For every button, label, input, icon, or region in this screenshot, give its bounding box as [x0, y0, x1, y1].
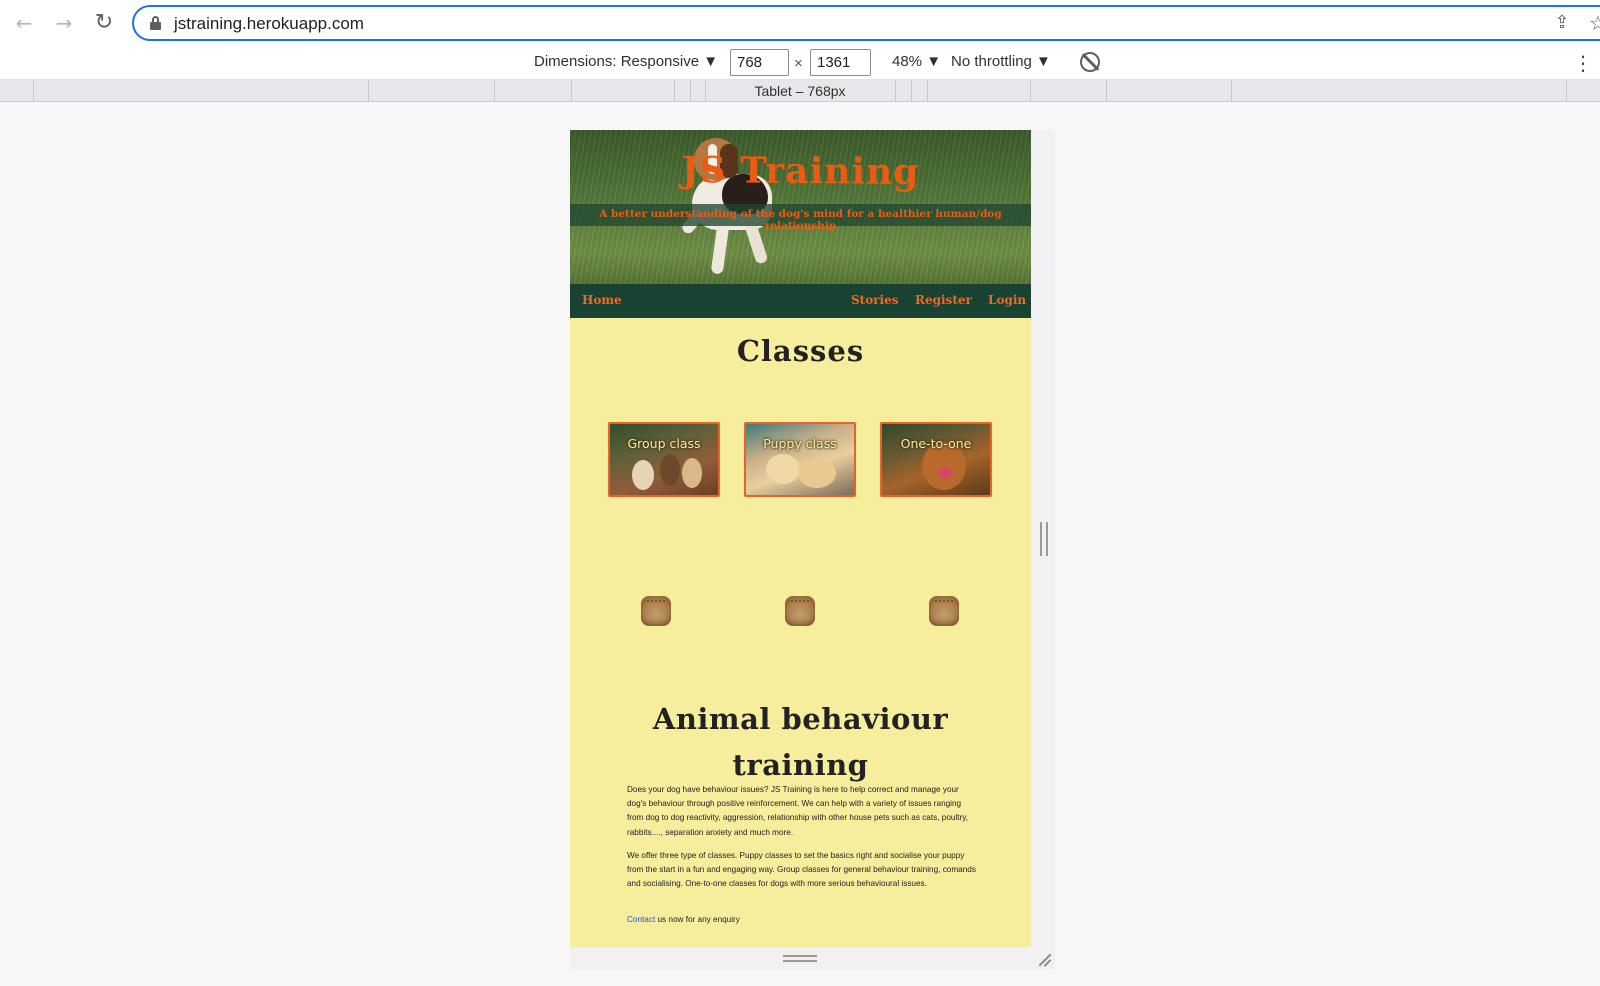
- behaviour-heading: Animal behaviour training: [570, 696, 1031, 788]
- contact-line: Contact us now for any enquiry: [627, 915, 740, 924]
- behaviour-heading-line2: training: [732, 748, 869, 782]
- nav-home-link[interactable]: Home: [582, 293, 622, 307]
- paw-icon: [929, 596, 959, 626]
- site-title: JS Training: [681, 148, 920, 194]
- rotate-icon[interactable]: [1080, 52, 1100, 72]
- browser-toolbar: ← → ↻ jstraining.herokuapp.com ⇪ ☆: [0, 0, 1600, 46]
- paw-icon: [785, 596, 815, 626]
- puppy-class-image: [746, 424, 854, 495]
- back-arrow-icon[interactable]: ←: [11, 10, 37, 36]
- media-query-ruler[interactable]: Tablet – 768px: [0, 80, 1600, 102]
- reload-icon[interactable]: ↻: [91, 10, 117, 36]
- behaviour-paragraph-2: We offer three type of classes. Puppy cl…: [627, 851, 976, 889]
- behaviour-heading-line1: Animal behaviour: [652, 702, 949, 736]
- nav-register-link[interactable]: Register: [915, 293, 972, 307]
- dimension-separator: ×: [794, 55, 803, 72]
- site-navbar: Home Stories Register Login: [570, 284, 1031, 318]
- dimensions-dropdown[interactable]: Dimensions: Responsive ▼: [534, 53, 718, 70]
- group-class-image: [610, 424, 718, 495]
- zoom-dropdown[interactable]: 48% ▼: [892, 53, 941, 70]
- hero-banner: JS Training A better understanding of th…: [570, 130, 1031, 284]
- emulated-viewport: JS Training A better understanding of th…: [570, 130, 1031, 947]
- site-tagline: A better understanding of the dog's mind…: [599, 208, 1002, 232]
- url-text[interactable]: jstraining.herokuapp.com: [174, 14, 364, 34]
- resize-handle-bottom[interactable]: [783, 955, 817, 962]
- resize-handle-right[interactable]: [1040, 522, 1048, 556]
- lock-icon[interactable]: [150, 16, 161, 30]
- group-class-card[interactable]: Group class: [608, 422, 720, 497]
- nav-stories-link[interactable]: Stories: [851, 293, 898, 307]
- viewport-height-input[interactable]: [810, 49, 871, 76]
- ruler-label: Tablet – 768px: [754, 83, 846, 99]
- more-options-icon[interactable]: ⋮: [1573, 51, 1593, 75]
- forward-arrow-icon[interactable]: →: [51, 10, 77, 36]
- throttling-dropdown[interactable]: No throttling ▼: [951, 53, 1051, 70]
- puppy-class-card[interactable]: Puppy class: [744, 422, 856, 497]
- address-bar[interactable]: jstraining.herokuapp.com ⇪ ☆: [132, 5, 1600, 41]
- classes-heading: Classes: [736, 334, 865, 368]
- puppy-class-label: Puppy class: [763, 436, 837, 451]
- group-class-label: Group class: [627, 436, 701, 451]
- device-toolbar: Dimensions: Responsive ▼ × 48% ▼ No thro…: [0, 46, 1600, 80]
- one-to-one-image: [882, 424, 990, 495]
- one-to-one-card[interactable]: One-to-one: [880, 422, 992, 497]
- contact-line-text: us now for any enquiry: [655, 915, 740, 924]
- nav-login-link[interactable]: Login: [988, 293, 1026, 307]
- contact-link[interactable]: Contact: [627, 915, 655, 924]
- bookmark-star-icon[interactable]: ☆: [1589, 10, 1600, 36]
- behaviour-paragraph-1: Does your dog have behaviour issues? JS …: [627, 785, 969, 837]
- paw-icon: [641, 596, 671, 626]
- share-icon[interactable]: ⇪: [1551, 12, 1573, 34]
- resize-corner-icon[interactable]: [1037, 952, 1052, 967]
- one-to-one-label: One-to-one: [900, 436, 972, 451]
- viewport-width-input[interactable]: [730, 49, 789, 76]
